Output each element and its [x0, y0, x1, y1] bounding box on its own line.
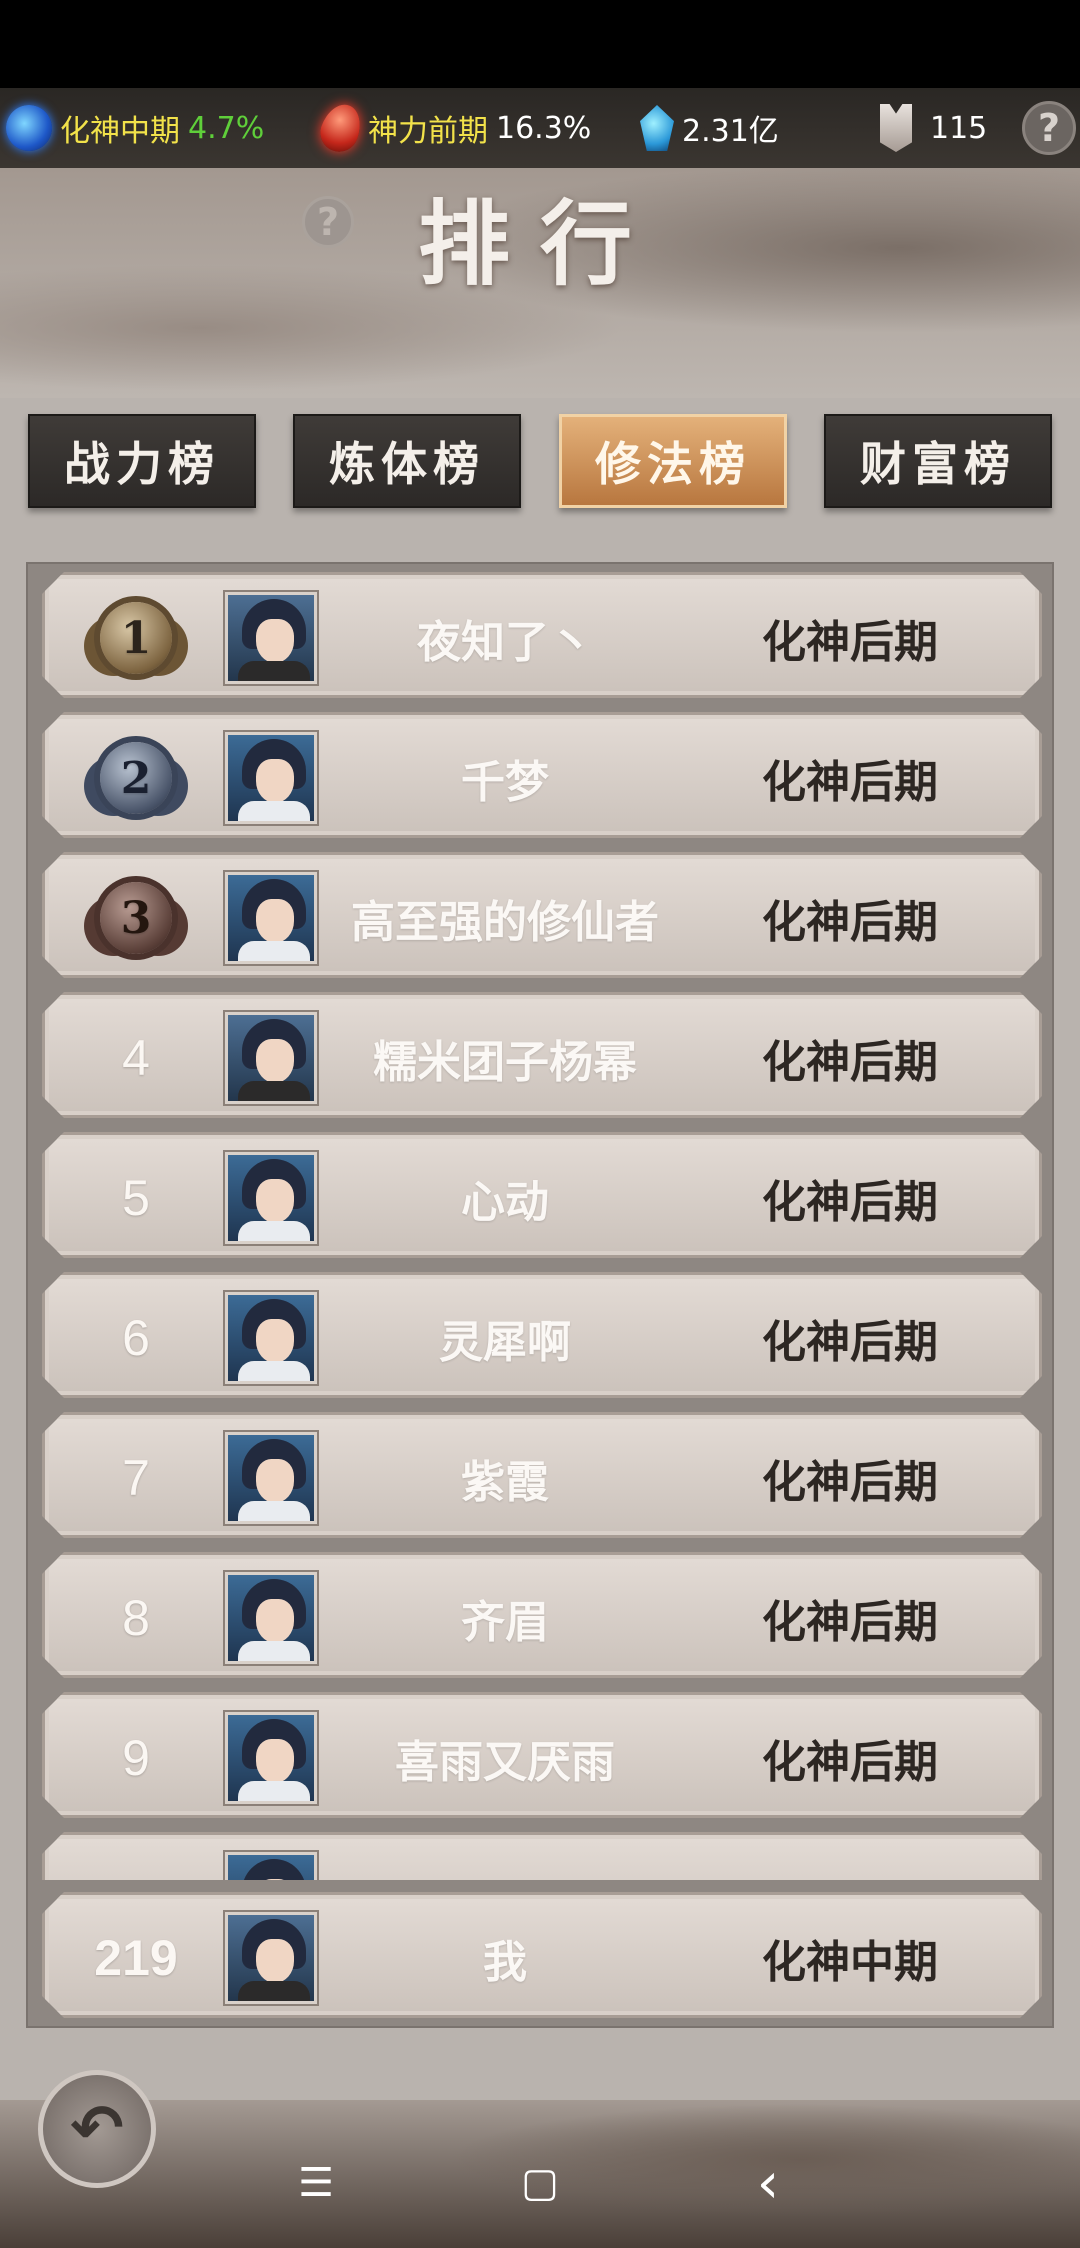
avatar [225, 1712, 317, 1804]
tab-cultivation[interactable]: 修法榜 [559, 414, 787, 508]
rank-number: 6 [122, 1310, 150, 1366]
spirit-stone-resource[interactable]: 2.31亿 [640, 102, 779, 154]
tab-wealth[interactable]: 财富榜 [824, 414, 1052, 508]
ranking-tabs: 战力榜 炼体榜 修法榜 财富榜 [28, 414, 1052, 508]
player-realm: 化神后期 [762, 1177, 938, 1228]
player-realm: 化神后期 [762, 1737, 938, 1788]
rank-number: 4 [122, 1030, 150, 1086]
player-name: 紫霞 [461, 1457, 549, 1508]
avatar [225, 1152, 317, 1244]
player-name: 糯米团子杨幂 [373, 1037, 637, 1088]
ranking-row[interactable]: 1 夜知了丶 化神后期 [42, 572, 1042, 698]
avatar [225, 732, 317, 824]
rank-cell: 3 [71, 855, 201, 978]
my-rank-number: 219 [94, 1930, 178, 1986]
ranking-panel: 1 夜知了丶 化神后期 2 千梦 化神后期 3 高至强的修仙者 化神后期 4 糯… [26, 562, 1054, 2028]
avatar [225, 592, 317, 684]
ranking-row[interactable]: 9 喜雨又厌雨 化神后期 [42, 1692, 1042, 1818]
body-label: 神力前期 [368, 114, 488, 149]
system-nav-bar: ☰ ▢ ‹ [0, 2118, 1080, 2248]
player-name: 灵犀啊 [439, 1317, 571, 1368]
spirit-stone-count: 2.31亿 [682, 114, 779, 149]
blue-orb-icon [6, 105, 52, 151]
player-realm: 化神后期 [762, 1597, 938, 1648]
spirit-stone-icon [640, 105, 674, 151]
body-progress: 16.3% [496, 110, 592, 146]
ranking-row[interactable]: 2 千梦 化神后期 [42, 712, 1042, 838]
player-name: 高至强的修仙者 [351, 897, 659, 948]
avatar [225, 1852, 317, 1880]
player-realm: 化神后期 [762, 617, 938, 668]
rank-cell: 1 [71, 575, 201, 698]
rank-number: 7 [122, 1450, 150, 1506]
realm-resource[interactable]: 化神中期 4.7% [6, 102, 264, 154]
avatar [225, 1572, 317, 1664]
player-name: 齐眉 [461, 1597, 549, 1648]
player-realm: 化神后期 [762, 757, 938, 808]
back-icon[interactable]: ‹ [738, 2151, 798, 2216]
my-avatar [225, 1912, 317, 2004]
rank-number: 5 [122, 1170, 150, 1226]
ranking-row-partial[interactable] [42, 1832, 1042, 1880]
player-name: 喜雨又厌雨 [395, 1737, 615, 1788]
ranking-list[interactable]: 1 夜知了丶 化神后期 2 千梦 化神后期 3 高至强的修仙者 化神后期 4 糯… [42, 572, 1042, 1880]
token-count: 115 [930, 110, 988, 146]
player-realm: 化神后期 [762, 1037, 938, 1088]
token-resource[interactable]: 115 [880, 102, 987, 154]
my-realm: 化神中期 [762, 1937, 938, 1988]
body-resource[interactable]: 神力前期 16.3% [314, 98, 592, 158]
tab-body-refining[interactable]: 炼体榜 [293, 414, 521, 508]
ranking-row[interactable]: 3 高至强的修仙者 化神后期 [42, 852, 1042, 978]
realm-label: 化神中期 [60, 114, 180, 149]
ranking-row[interactable]: 7 紫霞 化神后期 [42, 1412, 1042, 1538]
help-icon[interactable]: ? [1022, 101, 1076, 155]
realm-progress: 4.7% [188, 110, 265, 146]
my-ranking-row[interactable]: 219 我 化神中期 [42, 1892, 1042, 2018]
resource-bar: 化神中期 4.7% 神力前期 16.3% 2.31亿 115 ? [0, 88, 1080, 168]
page-title: 排行 [417, 190, 662, 298]
avatar [225, 1432, 317, 1524]
silver-medal-icon: 2 [100, 742, 172, 814]
player-name: 千梦 [461, 757, 549, 808]
player-realm: 化神后期 [762, 897, 938, 948]
my-name: 我 [483, 1937, 527, 1988]
gold-medal-icon: 1 [100, 602, 172, 674]
player-name: 夜知了丶 [417, 617, 593, 668]
status-bar [0, 0, 1080, 88]
rank-number: 9 [122, 1730, 150, 1786]
player-realm: 化神后期 [762, 1317, 938, 1368]
player-name: 心动 [461, 1177, 549, 1228]
red-gem-icon [314, 98, 368, 158]
home-icon[interactable]: ▢ [510, 2158, 570, 2208]
avatar [225, 1012, 317, 1104]
token-icon [880, 104, 912, 152]
tab-combat-power[interactable]: 战力榜 [28, 414, 256, 508]
player-realm: 化神后期 [762, 1457, 938, 1508]
rank-cell: 2 [71, 715, 201, 838]
ranking-row[interactable]: 6 灵犀啊 化神后期 [42, 1272, 1042, 1398]
avatar [225, 872, 317, 964]
ranking-row[interactable]: 8 齐眉 化神后期 [42, 1552, 1042, 1678]
bronze-medal-icon: 3 [100, 882, 172, 954]
rank-number: 8 [122, 1590, 150, 1646]
menu-icon[interactable]: ☰ [286, 2158, 346, 2208]
avatar [225, 1292, 317, 1384]
ranking-row[interactable]: 5 心动 化神后期 [42, 1132, 1042, 1258]
ranking-row[interactable]: 4 糯米团子杨幂 化神后期 [42, 992, 1042, 1118]
